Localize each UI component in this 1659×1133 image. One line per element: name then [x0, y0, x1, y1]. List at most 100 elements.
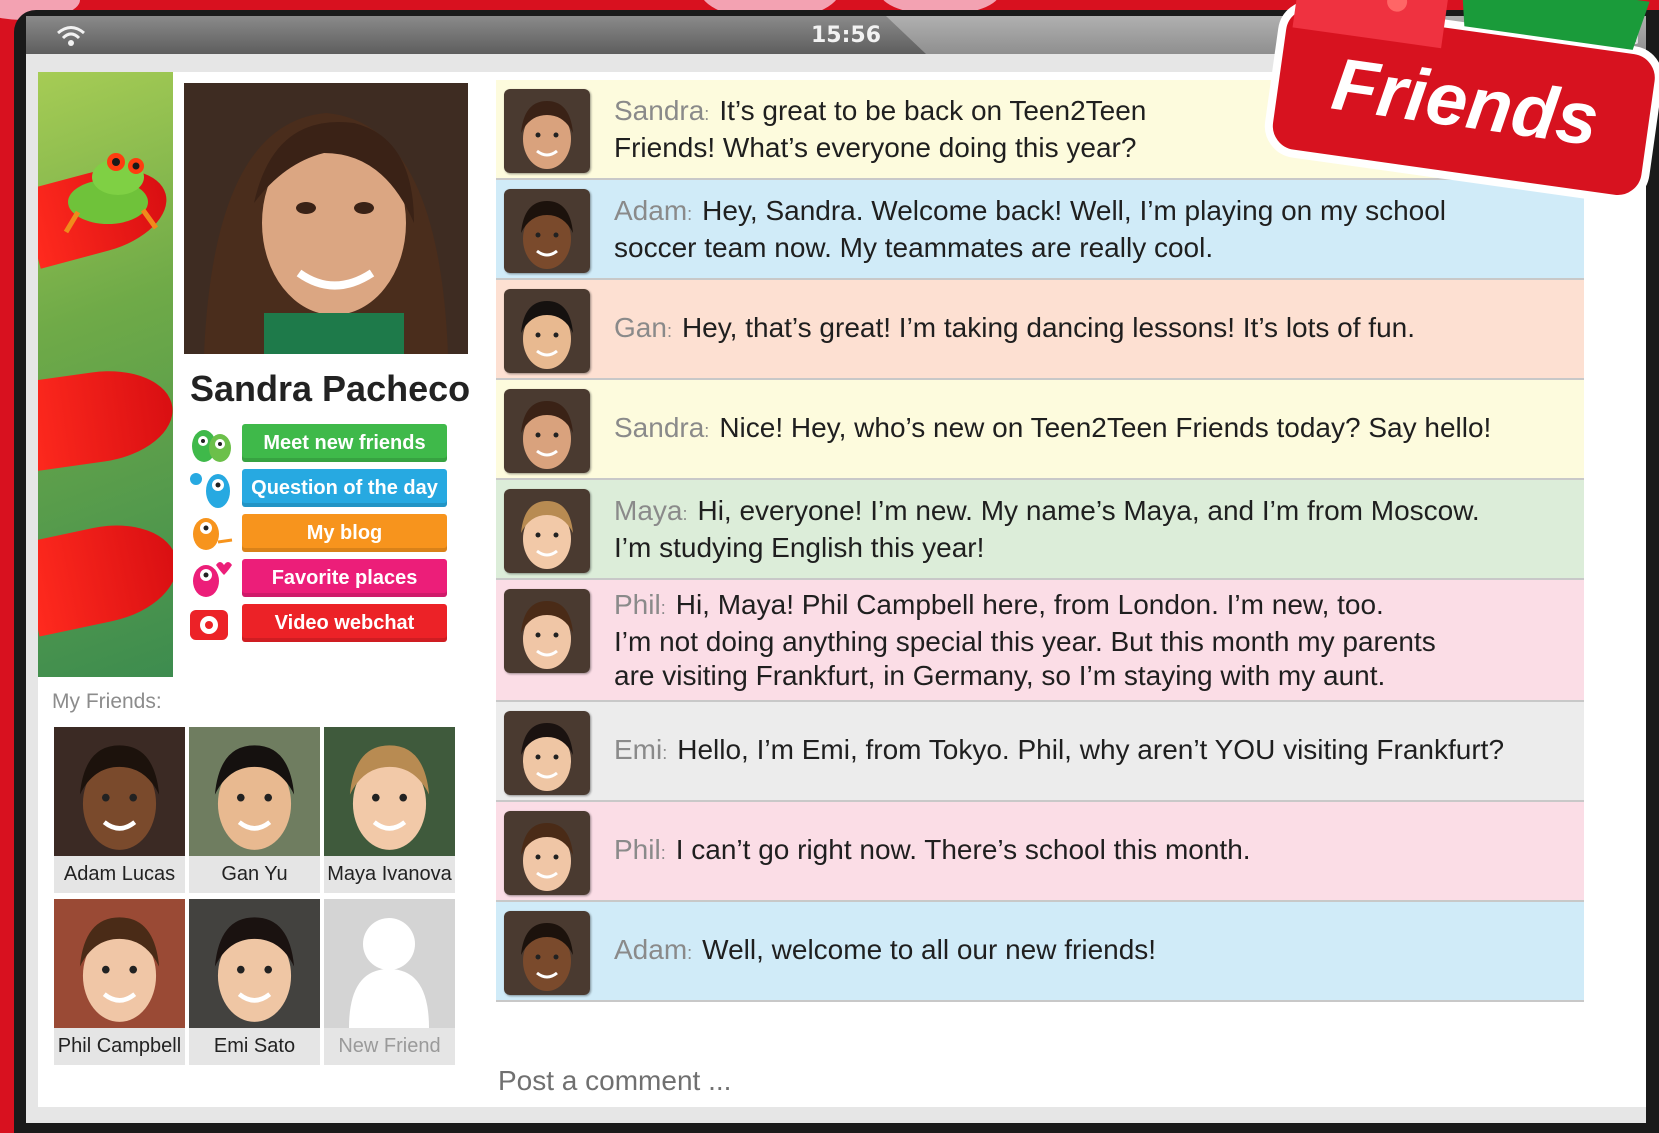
post-comment-input[interactable] — [496, 1064, 1100, 1098]
menu-row-favorite-places: Favorite places — [188, 559, 478, 604]
friend-photo — [54, 727, 185, 856]
message-text: Friends! What’s everyone doing this year… — [614, 131, 1137, 163]
message-author: Phil — [614, 834, 676, 865]
message-body: PhilHi, Maya! Phil Campbell here, from L… — [614, 588, 1436, 693]
message-text: soccer team now. My teammates are really… — [614, 231, 1214, 263]
friend-photo — [189, 727, 320, 856]
message-text: are visiting Frankfurt, in Germany, so I… — [614, 659, 1386, 691]
menu-row-video-webchat: Video webchat — [188, 604, 478, 649]
message-avatar[interactable] — [504, 89, 590, 173]
friend-photo — [54, 899, 185, 1028]
chat-message: AdamWell, welcome to all our new friends… — [496, 902, 1584, 1002]
message-avatar[interactable] — [504, 289, 590, 373]
message-text: It’s great to be back on Teen2Teen — [719, 94, 1147, 126]
message-author: Adam — [614, 195, 702, 226]
message-line: Friends! What’s everyone doing this year… — [614, 131, 1146, 165]
red-petal-shape — [38, 512, 173, 637]
chat-message: GanHey, that’s great! I’m taking dancing… — [496, 280, 1584, 380]
message-author: Maya — [614, 495, 697, 526]
message-avatar[interactable] — [504, 811, 590, 895]
message-avatar[interactable] — [504, 189, 590, 273]
message-body: MayaHi, everyone! I’m new. My name’s May… — [614, 494, 1480, 565]
message-line: SandraIt’s great to be back on Teen2Teen — [614, 94, 1146, 131]
message-line: PhilHi, Maya! Phil Campbell here, from L… — [614, 588, 1436, 625]
message-author: Sandra — [614, 95, 719, 126]
chat-message: PhilI can’t go right now. There’s school… — [496, 802, 1584, 902]
decorative-frog-photo — [38, 72, 173, 677]
message-avatar[interactable] — [504, 911, 590, 995]
menu-row-meet-new-friends: Meet new friends — [188, 424, 478, 469]
meet-new-friends-button[interactable]: Meet new friends — [242, 424, 447, 462]
blue-monster-icon — [190, 473, 230, 508]
message-body: SandraIt’s great to be back on Teen2Teen… — [614, 94, 1146, 165]
message-avatar[interactable] — [504, 711, 590, 795]
friend-card-maya-ivanova[interactable]: Maya Ivanova — [324, 727, 455, 893]
friend-name: Phil Campbell — [57, 1035, 182, 1057]
message-list: SandraIt’s great to be back on Teen2Teen… — [496, 80, 1584, 1002]
message-avatar[interactable] — [504, 489, 590, 573]
friend-name: Adam Lucas — [63, 863, 176, 885]
message-avatar[interactable] — [504, 389, 590, 473]
message-author: Emi — [614, 734, 677, 765]
message-text: Hi, Maya! Phil Campbell here, from Londo… — [675, 588, 1384, 620]
chat-panel: SandraIt’s great to be back on Teen2Teen… — [478, 72, 1646, 1107]
profile-name: Sandra Pacheco — [190, 368, 471, 409]
profile-sidebar: Sandra Pacheco Meet new friends Question… — [38, 72, 486, 1107]
message-line: AdamWell, welcome to all our new friends… — [614, 933, 1156, 970]
message-line: EmiHello, I’m Emi, from Tokyo. Phil, why… — [614, 733, 1504, 770]
message-author: Phil — [614, 589, 676, 620]
message-line: PhilI can’t go right now. There’s school… — [614, 833, 1251, 870]
message-line: MayaHi, everyone! I’m new. My name’s May… — [614, 494, 1480, 531]
message-body: AdamHey, Sandra. Welcome back! Well, I’m… — [614, 194, 1446, 265]
green-monster-icon — [192, 430, 231, 462]
favorite-places-button[interactable]: Favorite places — [242, 559, 447, 597]
message-text: I’m not doing anything special this year… — [614, 625, 1436, 657]
message-line: I’m studying English this year! — [614, 531, 1480, 565]
message-text: I can’t go right now. There’s school thi… — [675, 833, 1251, 865]
friend-card-phil-campbell[interactable]: Phil Campbell — [54, 899, 185, 1065]
friend-name: Emi Sato — [213, 1035, 296, 1057]
friends-grid: Adam Lucas Gan Yu Maya Ivanova Phil Camp… — [54, 727, 464, 1065]
my-friends-heading: My Friends: — [52, 690, 162, 713]
message-author: Adam — [614, 934, 702, 965]
message-text: Hi, everyone! I’m new. My name’s Maya, a… — [697, 494, 1480, 526]
message-line: soccer team now. My teammates are really… — [614, 231, 1446, 265]
friend-name: Maya Ivanova — [327, 863, 452, 885]
friend-card-emi-sato[interactable]: Emi Sato — [189, 899, 320, 1065]
message-avatar[interactable] — [504, 589, 590, 673]
friend-card-adam-lucas[interactable]: Adam Lucas — [54, 727, 185, 893]
chat-message: PhilHi, Maya! Phil Campbell here, from L… — [496, 580, 1584, 702]
my-blog-button[interactable]: My blog — [242, 514, 447, 552]
message-body: PhilI can’t go right now. There’s school… — [614, 833, 1251, 870]
friend-name: Gan Yu — [221, 863, 288, 885]
message-text: Hello, I’m Emi, from Tokyo. Phil, why ar… — [677, 733, 1505, 765]
chat-message: SandraNice! Hey, who’s new on Teen2Teen … — [496, 380, 1584, 480]
frog-icon — [63, 153, 159, 234]
friend-card-new-friend[interactable]: New Friend — [324, 899, 455, 1065]
message-line: GanHey, that’s great! I’m taking dancing… — [614, 311, 1415, 348]
chat-message: MayaHi, everyone! I’m new. My name’s May… — [496, 480, 1584, 580]
red-petal-shape — [38, 361, 173, 473]
chat-message: EmiHello, I’m Emi, from Tokyo. Phil, why… — [496, 702, 1584, 802]
new-friends-sticker: Friends — [1264, 0, 1659, 200]
friend-photo — [324, 727, 455, 856]
message-text: I’m studying English this year! — [614, 531, 985, 563]
message-text: Nice! Hey, who’s new on Teen2Teen Friend… — [719, 411, 1492, 443]
menu-row-my-blog: My blog — [188, 514, 478, 559]
profile-photo — [178, 77, 486, 372]
profile-menu: Meet new friends Question of the day My … — [188, 424, 478, 649]
message-line: I’m not doing anything special this year… — [614, 625, 1436, 659]
friend-photo — [189, 899, 320, 1028]
friend-name: New Friend — [338, 1035, 441, 1057]
question-of-the-day-button[interactable]: Question of the day — [242, 469, 447, 507]
app-screen: Sandra Pacheco Meet new friends Question… — [26, 54, 1646, 1123]
video-webchat-button[interactable]: Video webchat — [242, 604, 447, 642]
message-line: are visiting Frankfurt, in Germany, so I… — [614, 659, 1436, 693]
message-body: EmiHello, I’m Emi, from Tokyo. Phil, why… — [614, 733, 1504, 770]
message-text: Well, welcome to all our new friends! — [702, 933, 1157, 965]
orange-monster-icon — [193, 518, 233, 550]
message-body: GanHey, that’s great! I’m taking dancing… — [614, 311, 1415, 348]
message-body: AdamWell, welcome to all our new friends… — [614, 933, 1156, 970]
message-author: Sandra — [614, 412, 719, 443]
friend-card-gan-yu[interactable]: Gan Yu — [189, 727, 320, 893]
